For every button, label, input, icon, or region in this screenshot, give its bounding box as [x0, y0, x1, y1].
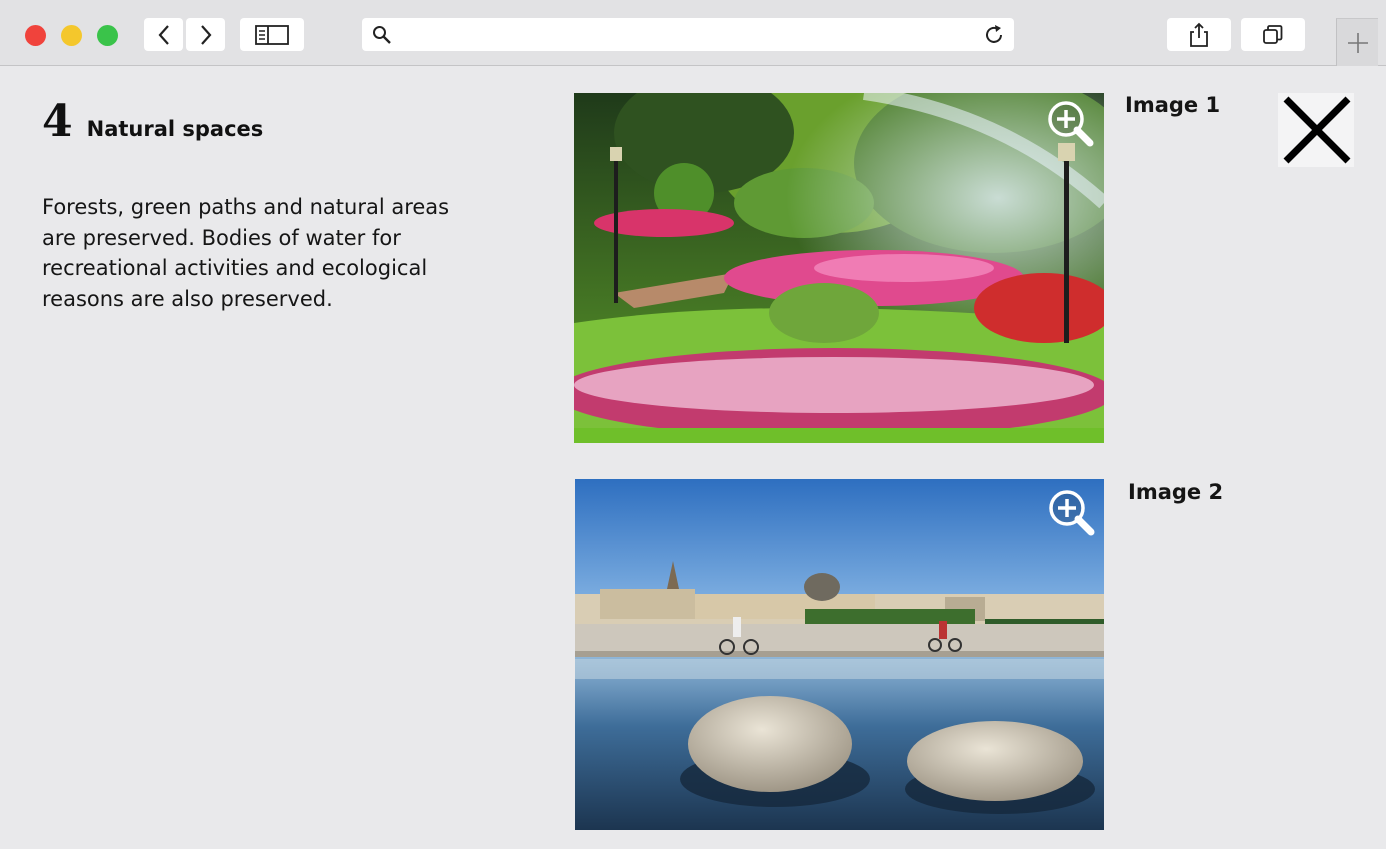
image-1-label: Image 1	[1125, 93, 1221, 117]
plus-icon	[1347, 32, 1368, 53]
back-button[interactable]	[144, 18, 183, 51]
park-flower-garden-photo[interactable]	[574, 93, 1104, 443]
close-icon	[1283, 96, 1351, 164]
zoom-in-icon[interactable]	[1046, 99, 1094, 147]
riverbank-scene-image	[575, 479, 1104, 830]
window-maximize-button[interactable]	[97, 25, 118, 46]
section-number: 4	[42, 96, 73, 147]
sidebar-icon	[255, 24, 289, 45]
address-bar[interactable]	[362, 18, 1014, 51]
share-icon	[1190, 22, 1208, 47]
forward-button[interactable]	[186, 18, 225, 51]
tabs-overview-icon	[1263, 24, 1283, 44]
close-button[interactable]	[1278, 93, 1354, 167]
search-icon	[373, 26, 391, 44]
image-2-label: Image 2	[1128, 480, 1224, 504]
chevron-left-icon	[158, 24, 169, 45]
section-heading: 4 Natural spaces	[42, 100, 263, 144]
section-description: Forests, green paths and natural areas a…	[42, 195, 450, 311]
browser-toolbar	[0, 0, 1386, 66]
zoom-in-icon[interactable]	[1047, 488, 1095, 536]
reload-icon[interactable]	[982, 23, 1006, 47]
tabs-overview-button[interactable]	[1241, 18, 1305, 51]
park-scene-image	[574, 93, 1104, 443]
window-minimize-button[interactable]	[61, 25, 82, 46]
sidebar-toggle-button[interactable]	[240, 18, 304, 51]
riverbank-stones-photo[interactable]	[575, 479, 1104, 830]
chevron-right-icon	[200, 24, 211, 45]
section-title: Natural spaces	[86, 117, 264, 141]
share-button[interactable]	[1167, 18, 1231, 51]
new-tab-button[interactable]	[1336, 18, 1378, 66]
window-close-button[interactable]	[25, 25, 46, 46]
